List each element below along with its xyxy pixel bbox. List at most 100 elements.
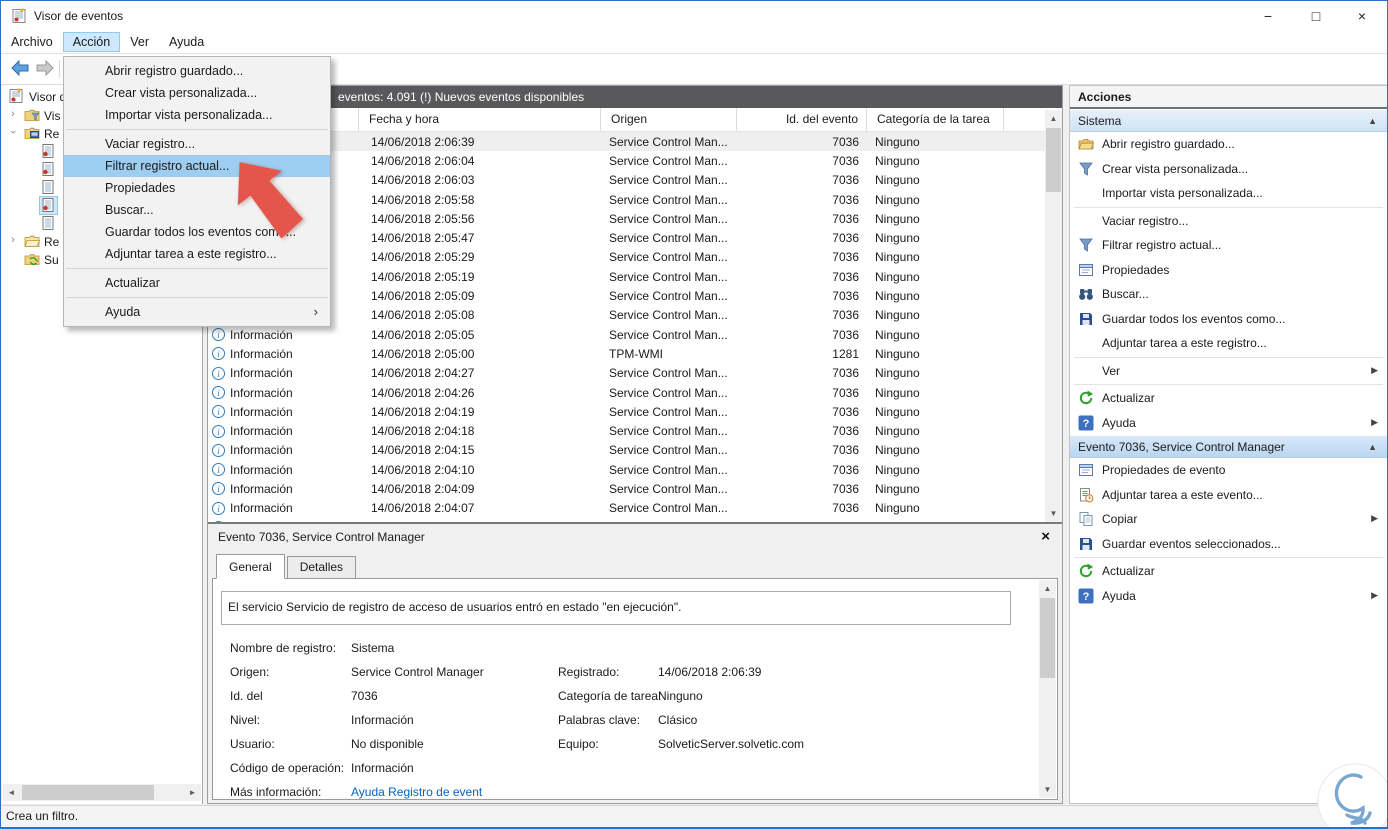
menu-item-crear-vista-personalizada[interactable]: Crear vista personalizada... <box>64 82 330 104</box>
minimize-button[interactable]: − <box>1245 1 1291 31</box>
more-info-link[interactable]: Ayuda Registro de event <box>351 785 482 799</box>
event-row[interactable]: iInformación14/06/2018 2:05:09Service Co… <box>208 286 1045 305</box>
scrollbar-thumb[interactable] <box>22 785 154 800</box>
menu-item-vaciar-registro[interactable]: Vaciar registro... <box>64 133 330 155</box>
event-row[interactable]: iInformación14/06/2018 2:06:04Service Co… <box>208 151 1045 170</box>
scroll-up-icon[interactable]: ▲ <box>1045 110 1062 127</box>
event-row[interactable]: iInformación14/06/2018 2:05:29Service Co… <box>208 248 1045 267</box>
event-row[interactable]: iInformación14/06/2018 2:05:47Service Co… <box>208 228 1045 247</box>
event-row[interactable]: iInformación14/06/2018 2:05:19Service Co… <box>208 267 1045 286</box>
event-row[interactable]: i Información 14/06/2018 2:04:19 Service Co… <box>208 402 1045 421</box>
column-header-origen[interactable]: Origen <box>601 108 737 131</box>
menubar-item-ayuda[interactable]: Ayuda <box>159 32 214 52</box>
event-row[interactable]: i Información 14/06/2018 2:04:27 Service Co… <box>208 364 1045 383</box>
event-level-text: Información <box>230 346 293 361</box>
action-item-ayuda[interactable]: ? Ayuda ▶ <box>1070 584 1387 609</box>
sidebar-horizontal-scrollbar[interactable]: ◄ ► <box>3 784 201 801</box>
action-item-propiedades[interactable]: Propiedades <box>1070 258 1387 283</box>
maximize-button[interactable]: □ <box>1293 1 1339 31</box>
event-row[interactable]: iInformación14/06/2018 2:05:56Service Co… <box>208 209 1045 228</box>
scroll-down-icon[interactable]: ▼ <box>1045 505 1062 522</box>
event-row[interactable]: iInformación14/06/2018 2:06:03Service Co… <box>208 171 1045 190</box>
back-button[interactable] <box>9 59 31 79</box>
action-item-propiedades-de-evento[interactable]: Propiedades de evento <box>1070 458 1387 483</box>
event-date-cell: 14/06/2018 2:05:09 <box>371 289 475 304</box>
preview-close-icon[interactable]: × <box>1041 524 1050 550</box>
scroll-right-icon[interactable]: ► <box>184 784 201 801</box>
action-item-label: Adjuntar tarea a este evento... <box>1102 487 1263 502</box>
menu-bar: Archivo Acción Ver Ayuda <box>1 31 1387 54</box>
event-row[interactable]: iInformación14/06/2018 2:05:58Service Co… <box>208 190 1045 209</box>
action-item-abrir-registro-guardado[interactable]: Abrir registro guardado... <box>1070 132 1387 157</box>
event-row[interactable]: iInformación14/06/2018 2:05:08Service Co… <box>208 306 1045 325</box>
event-date-cell: 14/06/2018 2:04:09 <box>371 481 475 496</box>
action-item-guardar-todos-los-eventos-como[interactable]: Guardar todos los eventos como... <box>1070 307 1387 332</box>
event-id-cell: 7036 <box>832 153 859 168</box>
log-red-icon <box>39 196 58 215</box>
scroll-down-icon[interactable]: ▼ <box>1039 781 1056 798</box>
submenu-arrow-icon: ▶ <box>1371 589 1378 600</box>
close-button[interactable]: × <box>1339 1 1385 31</box>
information-icon: i <box>212 347 225 361</box>
collapse-icon[interactable]: ▲ <box>1368 110 1377 133</box>
column-header-categoria[interactable]: Categoría de la tarea <box>867 108 1004 131</box>
chevron-expanded-icon[interactable]: › <box>7 126 19 138</box>
action-item-actualizar[interactable]: Actualizar <box>1070 559 1387 584</box>
tab-general[interactable]: General <box>216 554 285 579</box>
event-category-cell: Ninguno <box>875 308 920 323</box>
menu-item-abrir-registro-guardado[interactable]: Abrir registro guardado... <box>64 60 330 82</box>
menubar-item-archivo[interactable]: Archivo <box>1 32 63 52</box>
menu-item-actualizar[interactable]: Actualizar <box>64 272 330 294</box>
event-row[interactable]: i Información 14/06/2018 2:04:07 Service Co… <box>208 499 1045 518</box>
column-header-id-del-evento[interactable]: Id. del evento <box>737 108 867 131</box>
action-item-copiar[interactable]: Copiar ▶ <box>1070 507 1387 532</box>
action-item-guardar-eventos-seleccionados[interactable]: Guardar eventos seleccionados... <box>1070 532 1387 557</box>
forward-button[interactable] <box>34 59 56 79</box>
action-item-crear-vista-personalizada[interactable]: Crear vista personalizada... <box>1070 157 1387 182</box>
action-item-filtrar-registro-actual[interactable]: Filtrar registro actual... <box>1070 233 1387 258</box>
information-icon: i <box>212 482 225 496</box>
menu-item-importar-vista-personalizada[interactable]: Importar vista personalizada... <box>64 104 330 126</box>
action-item-adjuntar-tarea-a-este-evento[interactable]: Adjuntar tarea a este evento... <box>1070 483 1387 508</box>
actions-separator <box>1074 356 1383 358</box>
preview-vertical-scrollbar[interactable]: ▲ ▼ <box>1039 580 1056 798</box>
tab-detalles[interactable]: Detalles <box>286 556 357 579</box>
information-icon: i <box>212 405 225 419</box>
event-level-cell: i Información <box>208 386 359 400</box>
event-row[interactable]: i Información 14/06/2018 2:05:00 TPM-WMI 128… <box>208 344 1045 363</box>
actions-section-header-evento-7036[interactable]: Evento 7036, Service Control Manager ▲ <box>1070 435 1387 458</box>
action-item-importar-vista-personalizada[interactable]: Importar vista personalizada... <box>1070 181 1387 206</box>
event-row[interactable]: i Información 14/06/2018 2:04:26 Service Co… <box>208 383 1045 402</box>
list-vertical-scrollbar[interactable]: ▲ ▼ <box>1045 110 1062 522</box>
action-item-vaciar-registro[interactable]: Vaciar registro... <box>1070 209 1387 234</box>
scroll-left-icon[interactable]: ◄ <box>3 784 20 801</box>
scrollbar-thumb[interactable] <box>1046 128 1061 192</box>
event-row[interactable]: i Información 14/06/2018 2:04:10 Service Co… <box>208 460 1045 479</box>
event-row[interactable]: i Información 14/06/2018 2:05:05 Service Co… <box>208 325 1045 344</box>
menu-item-filtrar-registro-actual[interactable]: Filtrar registro actual... <box>64 155 330 177</box>
event-level-cell: i Información <box>208 443 359 457</box>
event-row[interactable]: i Información 14/06/2018 2:04:15 Service Co… <box>208 441 1045 460</box>
submenu-arrow-icon: ▶ <box>1371 416 1378 427</box>
chevron-collapsed-icon[interactable]: › <box>8 234 18 246</box>
event-id-cell: 7036 <box>832 134 859 149</box>
event-row[interactable]: i Información 14/06/2018 2:04:18 Service Co… <box>208 421 1045 440</box>
menubar-item-accin[interactable]: Acción <box>62 32 121 52</box>
event-row[interactable]: iInformación14/06/2018 2:06:39Service Co… <box>208 132 1045 152</box>
scrollbar-thumb[interactable] <box>1040 598 1055 678</box>
action-item-label: Adjuntar tarea a este registro... <box>1102 336 1267 350</box>
menubar-item-ver[interactable]: Ver <box>120 32 159 52</box>
action-item-adjuntar-tarea-a-este-registro[interactable]: Adjuntar tarea a este registro... <box>1070 331 1387 356</box>
scroll-up-icon[interactable]: ▲ <box>1039 580 1056 597</box>
chevron-collapsed-icon[interactable]: › <box>8 108 18 120</box>
actions-section-header-sistema[interactable]: Sistema ▲ <box>1070 109 1387 132</box>
action-item-buscar[interactable]: Buscar... <box>1070 282 1387 307</box>
menu-item-adjuntar-tarea-a-este-registro[interactable]: Adjuntar tarea a este registro... <box>64 243 330 265</box>
menu-item-ayuda[interactable]: Ayuda › <box>64 301 330 323</box>
event-row[interactable]: i Información 14/06/2018 2:04:09 Service Co… <box>208 479 1045 498</box>
action-item-ver[interactable]: Ver ▶ <box>1070 359 1387 384</box>
collapse-icon[interactable]: ▲ <box>1368 436 1377 459</box>
action-item-actualizar[interactable]: Actualizar <box>1070 386 1387 411</box>
action-item-ayuda[interactable]: ? Ayuda ▶ <box>1070 411 1387 436</box>
column-header-fecha-y-hora[interactable]: Fecha y hora <box>359 108 601 131</box>
